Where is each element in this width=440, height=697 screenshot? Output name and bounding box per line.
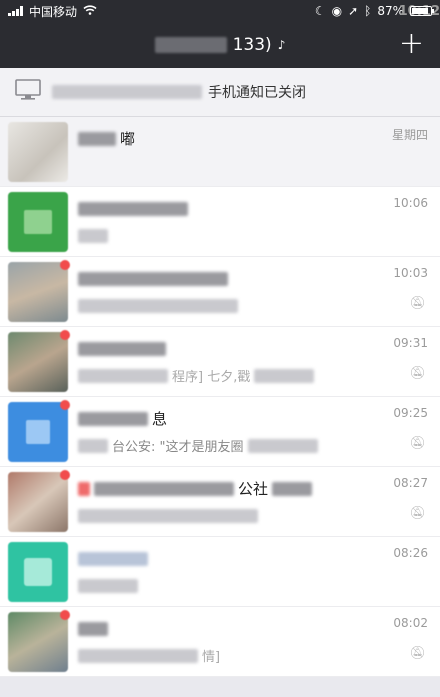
title-redacted [154,37,227,53]
avatar [8,259,70,322]
pc-login-notice[interactable]: 手机通知已关闭 [0,68,440,117]
chat-time: 08:02 [393,615,428,630]
chat-name: 嘟 [78,128,358,150]
chat-name-text: 嘟 [120,130,136,148]
avatar [8,191,68,252]
chat-row[interactable]: 息 台公安: "这才是朋友圈 09:25 🔕︎ [0,397,440,467]
chat-preview-text: 台公安: "这才是朋友圈 [112,440,244,455]
chat-preview-text: 程序] 七夕,戳 [172,370,251,385]
chat-name [78,618,358,640]
plus-icon[interactable]: + [399,28,424,60]
notice-label: 手机通知已关闭 [208,85,306,101]
chat-preview [78,226,358,246]
chat-time: 10:03 [393,265,428,280]
desktop-icon [14,78,42,106]
unread-dot [60,469,70,480]
orientation-lock-icon: ◉ [331,4,343,18]
chat-time: 星期四 [391,127,428,142]
chat-time: 09:25 [393,405,428,420]
chat-row[interactable]: 10:03 🔕︎ [0,257,440,327]
chat-preview: 台公安: "这才是朋友圈 [78,436,358,456]
chat-body: 10:03 🔕︎ [78,262,428,322]
bluetooth-icon: ᛒ [364,4,372,18]
battery-icon [410,6,434,16]
chat-name: 公社 [78,478,358,500]
chat-preview: 程序] 七夕,戳 [78,366,358,386]
chat-name [78,268,358,290]
avatar [8,541,68,602]
chat-name: 息 [78,408,358,430]
chat-row[interactable]: 公社 08:27 🔕︎ [0,467,440,537]
chat-name-text: 公社 [238,480,269,498]
chat-body: 公社 08:27 🔕︎ [78,472,428,532]
location-icon: ➚ [348,4,359,18]
chat-preview [78,576,358,596]
avatar [8,121,68,182]
chat-row[interactable]: 嘟 星期四 [0,117,440,187]
chat-body: 08:26 [78,542,428,602]
ear-icon: ♪ [277,38,286,52]
bell-off-icon: 🔕︎ [409,435,426,451]
chat-name [78,548,358,570]
bell-off-icon: 🔕︎ [409,505,426,521]
avatar [8,329,70,392]
notice-redacted [52,85,202,99]
chat-preview: 情] [78,646,358,666]
nav-bar: 133) ♪ + [0,22,440,68]
chat-preview [78,506,358,526]
chat-row[interactable]: 10:06 [0,187,440,257]
chat-time: 08:27 [393,475,428,490]
chat-time: 09:31 [393,335,428,350]
chat-row[interactable]: 情] 08:02 🔕︎ [0,607,440,677]
chat-row[interactable]: 程序] 七夕,戳 09:31 🔕︎ [0,327,440,397]
chat-name-text: 息 [152,410,168,428]
chat-name [78,338,358,360]
status-right: ☾ ◉ ➚ ᛒ 87% [314,4,434,18]
chat-body: 10:06 [78,192,428,252]
status-left: 中国移动 [8,3,97,20]
avatar [8,609,70,672]
bell-off-icon: 🔕︎ [409,365,426,381]
unread-dot [60,399,70,410]
chat-time: 08:26 [393,545,428,560]
chat-preview [78,296,358,316]
avatar [8,469,70,532]
moon-icon: ☾ [314,4,326,18]
bell-off-icon: 🔕︎ [409,645,426,661]
chat-body: 情] 08:02 🔕︎ [78,612,428,672]
unread-dot [60,259,70,270]
chat-list: 嘟 星期四 10:06 10:03 🔕︎ 程序] 七夕,戳 09:31 🔕︎ 息… [0,117,440,677]
status-bar: 中国移动 10:12 ☾ ◉ ➚ ᛒ 87% [0,0,440,22]
title-suffix: 133) [232,35,272,55]
chat-name [78,198,358,220]
chat-time: 10:06 [393,195,428,210]
unread-dot [60,609,70,620]
chat-row[interactable]: 08:26 [0,537,440,607]
signal-icon [8,6,23,16]
avatar [8,399,70,462]
notice-text: 手机通知已关闭 [52,82,306,102]
chat-body: 息 台公安: "这才是朋友圈 09:25 🔕︎ [78,402,428,462]
chat-preview-text: 情] [202,650,221,665]
bell-off-icon: 🔕︎ [409,295,426,311]
carrier-label: 中国移动 [29,4,78,19]
unread-dot [60,329,70,340]
chat-body: 嘟 星期四 [78,122,428,182]
wifi-icon [83,4,97,18]
chat-body: 程序] 七夕,戳 09:31 🔕︎ [78,332,428,392]
page-title: 133) ♪ [154,35,286,55]
